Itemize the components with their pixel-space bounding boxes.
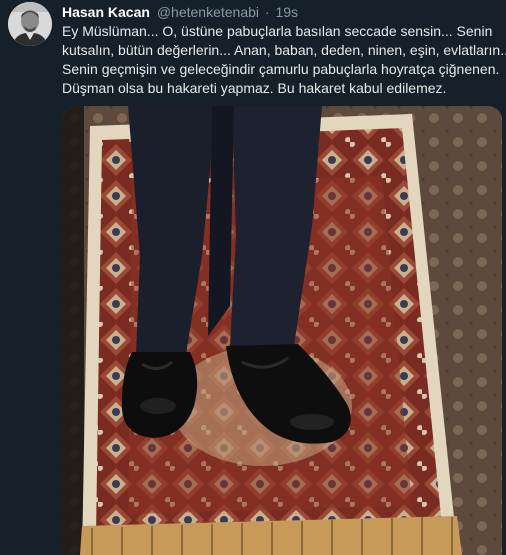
photo-shoes-on-prayer-rug-icon bbox=[62, 106, 502, 555]
tweet-text-line: Düşman olsa bu hakareti yapmaz. Bu hakar… bbox=[62, 80, 447, 96]
tweet-card[interactable]: Hasan Kacan @hetenketenabi · 19s Ey Müsl… bbox=[0, 0, 506, 555]
author-name[interactable]: Hasan Kacan bbox=[62, 4, 150, 20]
tweet-text-line: Senin geçmişin ve geleceğindir çamurlu p… bbox=[62, 61, 500, 77]
tweet-timestamp[interactable]: 19s bbox=[275, 4, 298, 20]
tweet-text: Ey Müslüman... O, üstüne pabuçlarla bası… bbox=[62, 22, 506, 98]
tweet-text-line: kutsalın, bütün değerlerin... Anan, baba… bbox=[62, 42, 506, 58]
author-avatar[interactable] bbox=[8, 2, 52, 46]
tweet-text-line: Ey Müslüman... O, üstüne pabuçlarla bası… bbox=[62, 23, 493, 39]
tweet-media[interactable] bbox=[62, 106, 502, 555]
tweet-header: Hasan Kacan @hetenketenabi · 19s bbox=[62, 4, 298, 20]
author-handle[interactable]: @hetenketenabi bbox=[157, 4, 259, 20]
header-separator: · bbox=[264, 4, 270, 20]
avatar-portrait-icon bbox=[8, 2, 52, 46]
